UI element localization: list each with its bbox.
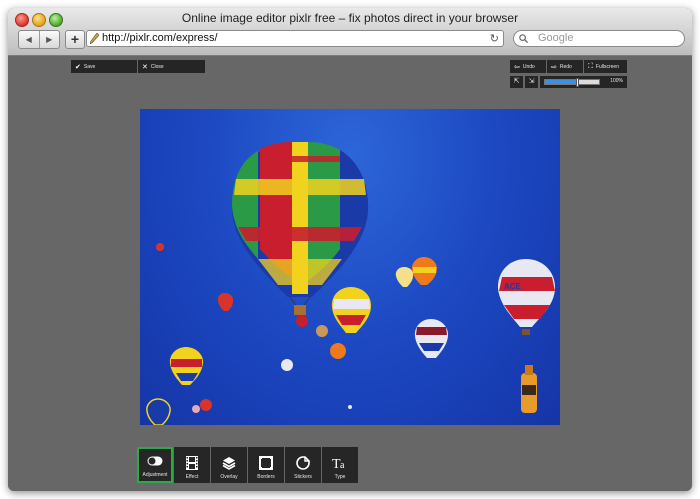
zoom-slider[interactable] — [544, 78, 600, 87]
check-icon: ✔ — [75, 63, 81, 71]
balloon-small-yellow — [395, 267, 414, 287]
zoom-slider-fill — [545, 80, 578, 84]
tool-type[interactable]: Ta Type — [322, 447, 358, 483]
zoom-value: 100% — [610, 78, 623, 84]
balloon-small-red — [217, 293, 234, 311]
reload-icon[interactable]: ↻ — [490, 32, 499, 45]
svg-text:a: a — [340, 460, 345, 470]
zoom-slider-handle[interactable] — [576, 78, 580, 87]
save-label: Save — [83, 63, 96, 70]
sticker-icon — [295, 455, 311, 471]
redo-arrow-icon: ⇨ — [551, 63, 557, 71]
tool-overlay[interactable]: Overlay — [211, 447, 247, 483]
close-label: Close — [150, 63, 164, 70]
add-bookmark-button[interactable]: + — [65, 30, 85, 49]
frame-icon — [258, 455, 274, 471]
tool-bar: Adjustment Effect Overlay Borders Sticke… — [137, 447, 359, 483]
forward-arrow-icon: ▶ — [46, 35, 53, 44]
tool-label: Borders — [257, 474, 275, 480]
tool-label: Overlay — [220, 474, 238, 480]
hot-air-balloons-photo: ACE — [146, 142, 556, 425]
back-button[interactable]: ◀ — [19, 31, 39, 48]
balloon-orange — [411, 257, 438, 285]
close-icon: ✕ — [142, 63, 148, 71]
window-title: Online image editor pixlr free – fix pho… — [181, 11, 519, 25]
url-text[interactable]: http://pixlr.com/express/ — [102, 32, 218, 44]
balloon-small-blue — [146, 398, 171, 425]
search-icon — [519, 34, 528, 43]
export-icon: ⇱ — [513, 78, 520, 85]
search-placeholder: Google — [538, 32, 574, 44]
redo-button[interactable]: ⇨ Redo — [547, 60, 583, 73]
tool-label: Type — [334, 474, 346, 480]
editor-workspace: ✔ Save ✕ Close ⇦ Undo ⇨ Redo ⛶ Fullscreen ⇱ ⇲… — [8, 56, 692, 491]
tool-label: Stickers — [294, 474, 312, 480]
tool-label: Effect — [185, 474, 199, 480]
undo-label: Undo — [522, 63, 535, 70]
tool-stickers[interactable]: Stickers — [285, 447, 321, 483]
fullscreen-button[interactable]: ⛶ Fullscreen — [584, 60, 627, 73]
save-button[interactable]: ✔ Save — [71, 60, 137, 73]
search-field[interactable]: Google — [513, 30, 685, 47]
undo-arrow-icon: ⇦ — [514, 63, 520, 71]
pencil-icon — [90, 33, 99, 44]
browser-window: Online image editor pixlr free – fix pho… — [8, 8, 692, 491]
nav-buttons: ◀ ▶ — [18, 30, 60, 49]
balloon-striped — [331, 287, 372, 333]
title-bar: Online image editor pixlr free – fix pho… — [8, 8, 692, 56]
balloon-bottle — [521, 365, 537, 413]
fullscreen-label: Fullscreen — [595, 63, 619, 70]
close-button[interactable]: ✕ Close — [138, 60, 205, 73]
open-button[interactable]: ⇲ — [525, 76, 538, 88]
address-bar[interactable]: http://pixlr.com/express/ ↻ — [86, 30, 504, 47]
toggle-icon — [147, 453, 163, 469]
tool-effect[interactable]: Effect — [174, 447, 210, 483]
balloon-redwhite — [414, 319, 449, 358]
svg-text:ACE: ACE — [504, 282, 522, 291]
export-button[interactable]: ⇱ — [510, 76, 523, 88]
tool-borders[interactable]: Borders — [248, 447, 284, 483]
open-icon: ⇲ — [528, 78, 535, 85]
fullscreen-icon: ⛶ — [588, 62, 593, 70]
balloon-yellow-left — [169, 347, 204, 385]
layers-icon — [221, 455, 237, 471]
back-arrow-icon: ◀ — [25, 35, 32, 44]
tool-adjustment[interactable]: Adjustment — [137, 447, 173, 483]
type-icon: Ta — [332, 455, 348, 471]
film-icon — [184, 455, 200, 471]
redo-label: Redo — [559, 63, 572, 70]
tool-label: Adjustment — [142, 472, 168, 478]
photo-canvas[interactable]: ACE — [140, 109, 560, 425]
balloon-aceo: ACE — [497, 259, 556, 335]
plus-icon: + — [70, 31, 80, 47]
forward-button[interactable]: ▶ — [38, 31, 60, 48]
undo-button[interactable]: ⇦ Undo — [510, 60, 546, 73]
zoom-control: 100% — [540, 76, 627, 88]
